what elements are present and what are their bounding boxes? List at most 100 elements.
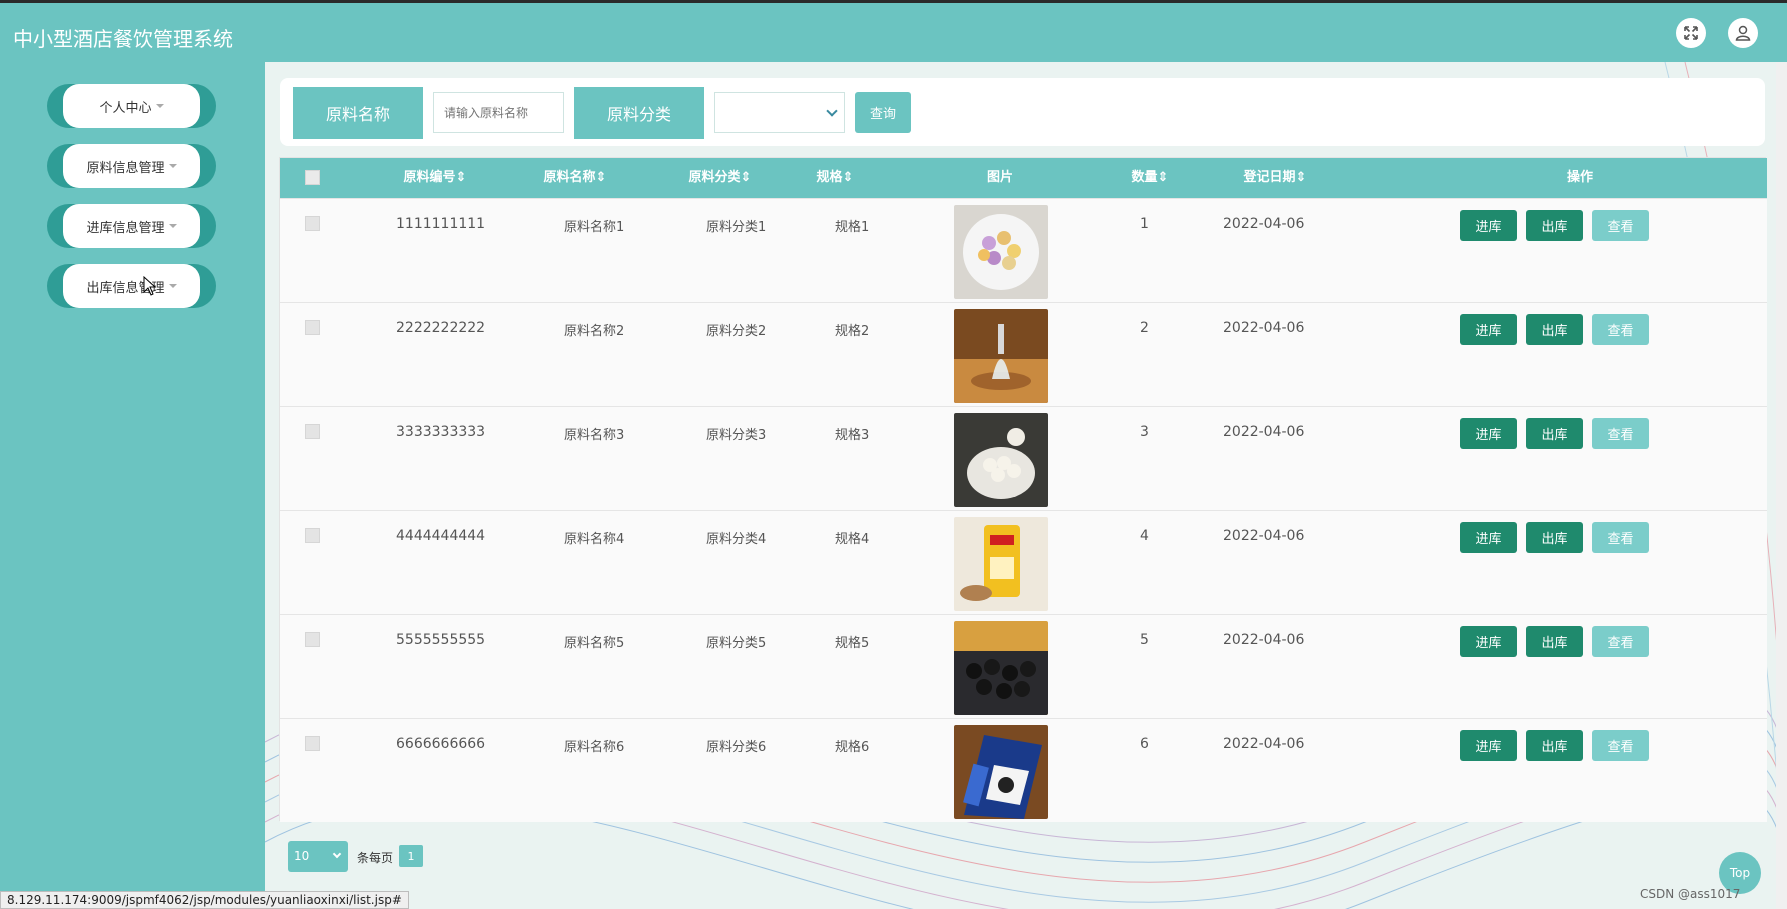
table-row: 5555555555 原料名称5 原料分类5 规格5 5 2022-04-06 …	[280, 614, 1767, 718]
column-header-code[interactable]: 原料编号⇕	[380, 158, 490, 198]
cell-category: 原料分类2	[706, 324, 767, 339]
stock-out-button[interactable]: 出库	[1526, 418, 1583, 449]
per-page-label: 条每页	[357, 851, 394, 865]
column-header-date[interactable]: 登记日期⇕	[1215, 158, 1335, 198]
app-title: 中小型酒店餐饮管理系统	[13, 27, 233, 51]
chevron-down-icon	[332, 849, 342, 859]
sidebar-item-personal-center[interactable]: 个人中心	[47, 84, 216, 128]
cell-code: 4444444444	[396, 528, 486, 544]
material-image-taro-balls	[954, 205, 1048, 299]
stock-out-button[interactable]: 出库	[1526, 314, 1583, 345]
view-button[interactable]: 查看	[1592, 314, 1649, 345]
cell-name: 原料名称4	[564, 532, 625, 547]
material-name-input[interactable]	[433, 92, 564, 133]
column-header-quantity[interactable]: 数量⇕	[1110, 158, 1190, 198]
stock-out-button[interactable]: 出库	[1526, 522, 1583, 553]
stock-in-button[interactable]: 进库	[1460, 314, 1517, 345]
column-header-image: 图片	[986, 170, 1013, 185]
cell-quantity: 6	[1140, 736, 1149, 752]
sidebar-item-label: 原料信息管理	[86, 160, 165, 176]
cell-spec: 规格1	[835, 220, 870, 235]
fullscreen-button[interactable]	[1676, 18, 1706, 48]
caret-down-icon	[168, 284, 177, 288]
stock-out-button[interactable]: 出库	[1526, 730, 1583, 761]
table-header: 原料编号⇕ 原料名称⇕ 原料分类⇕ 规格⇕ 图片 数量⇕ 登记日期⇕ 操作	[280, 158, 1767, 198]
view-button[interactable]: 查看	[1592, 418, 1649, 449]
column-header-name[interactable]: 原料名称⇕	[520, 158, 630, 198]
table-row: 1111111111 原料名称1 原料分类1 规格1 1 2022-04-06 …	[280, 198, 1767, 302]
cell-category: 原料分类1	[706, 220, 767, 235]
cell-date: 2022-04-06	[1223, 424, 1305, 440]
row-checkbox[interactable]	[305, 424, 320, 439]
expand-icon	[1684, 26, 1698, 40]
stock-in-button[interactable]: 进库	[1460, 210, 1517, 241]
chevron-down-icon	[826, 105, 838, 117]
caret-down-icon	[168, 224, 177, 228]
sidebar-item-stock-in[interactable]: 进库信息管理	[47, 204, 216, 248]
stock-in-button[interactable]: 进库	[1460, 626, 1517, 657]
material-image-starch-jelly	[954, 309, 1048, 403]
query-button[interactable]: 查询	[855, 92, 911, 133]
cell-name: 原料名称2	[564, 324, 625, 339]
row-checkbox[interactable]	[305, 216, 320, 231]
cell-name: 原料名称5	[564, 636, 625, 651]
stock-in-button[interactable]: 进库	[1460, 522, 1517, 553]
row-checkbox[interactable]	[305, 736, 320, 751]
cell-code: 5555555555	[396, 632, 486, 648]
stock-out-button[interactable]: 出库	[1526, 210, 1583, 241]
view-button[interactable]: 查看	[1592, 626, 1649, 657]
row-checkbox[interactable]	[305, 528, 320, 543]
page-size-select[interactable]: 10	[288, 841, 348, 872]
cell-date: 2022-04-06	[1223, 632, 1305, 648]
view-button[interactable]: 查看	[1592, 730, 1649, 761]
view-button[interactable]: 查看	[1592, 210, 1649, 241]
cell-code: 2222222222	[396, 320, 486, 336]
sidebar-item-material-info[interactable]: 原料信息管理	[47, 144, 216, 188]
cell-date: 2022-04-06	[1223, 736, 1305, 752]
view-button[interactable]: 查看	[1592, 522, 1649, 553]
cell-quantity: 1	[1140, 216, 1149, 232]
row-checkbox[interactable]	[305, 320, 320, 335]
select-all-checkbox[interactable]	[305, 170, 320, 185]
cell-category: 原料分类6	[706, 740, 767, 755]
material-category-label: 原料分类	[574, 87, 704, 139]
column-header-actions: 操作	[1566, 170, 1593, 185]
table-row: 2222222222 原料名称2 原料分类2 规格2 2 2022-04-06 …	[280, 302, 1767, 406]
cell-spec: 规格3	[835, 428, 870, 443]
cell-spec: 规格4	[835, 532, 870, 547]
cell-category: 原料分类5	[706, 636, 767, 651]
column-header-spec[interactable]: 规格⇕	[800, 158, 870, 198]
cell-name: 原料名称1	[564, 220, 625, 235]
mouse-pointer-icon	[143, 276, 157, 296]
stock-in-button[interactable]: 进库	[1460, 730, 1517, 761]
cell-date: 2022-04-06	[1223, 216, 1305, 232]
material-category-select[interactable]	[714, 92, 845, 133]
cell-quantity: 2	[1140, 320, 1149, 336]
cell-name: 原料名称6	[564, 740, 625, 755]
table-row: 4444444444 原料名称4 原料分类4 规格4 4 2022-04-06 …	[280, 510, 1767, 614]
user-button[interactable]	[1728, 18, 1758, 48]
stock-in-button[interactable]: 进库	[1460, 418, 1517, 449]
materials-table: 原料编号⇕ 原料名称⇕ 原料分类⇕ 规格⇕ 图片 数量⇕ 登记日期⇕ 操作 11…	[279, 157, 1767, 822]
material-image-custard-powder	[954, 517, 1048, 611]
cell-code: 1111111111	[396, 216, 486, 232]
vertical-scrollbar[interactable]	[1776, 62, 1787, 909]
cell-category: 原料分类3	[706, 428, 767, 443]
watermark: CSDN @ass1017	[1640, 887, 1741, 901]
page-size-value: 10	[294, 849, 310, 863]
top-bar: 中小型酒店餐饮管理系统	[0, 0, 1787, 62]
cell-code: 3333333333	[396, 424, 486, 440]
cell-code: 6666666666	[396, 736, 486, 752]
sidebar-item-label: 进库信息管理	[86, 220, 165, 236]
page-number-button[interactable]: 1	[399, 845, 423, 867]
row-checkbox[interactable]	[305, 632, 320, 647]
sidebar: 个人中心 原料信息管理 进库信息管理 出库信息管理	[0, 62, 265, 909]
cell-spec: 规格5	[835, 636, 870, 651]
sidebar-item-stock-out[interactable]: 出库信息管理	[47, 264, 216, 308]
stock-out-button[interactable]: 出库	[1526, 626, 1583, 657]
cell-name: 原料名称3	[564, 428, 625, 443]
column-header-category[interactable]: 原料分类⇕	[665, 158, 775, 198]
caret-down-icon	[168, 164, 177, 168]
cell-quantity: 5	[1140, 632, 1149, 648]
table-row: 6666666666 原料名称6 原料分类6 规格6 6 2022-04-06 …	[280, 718, 1767, 822]
